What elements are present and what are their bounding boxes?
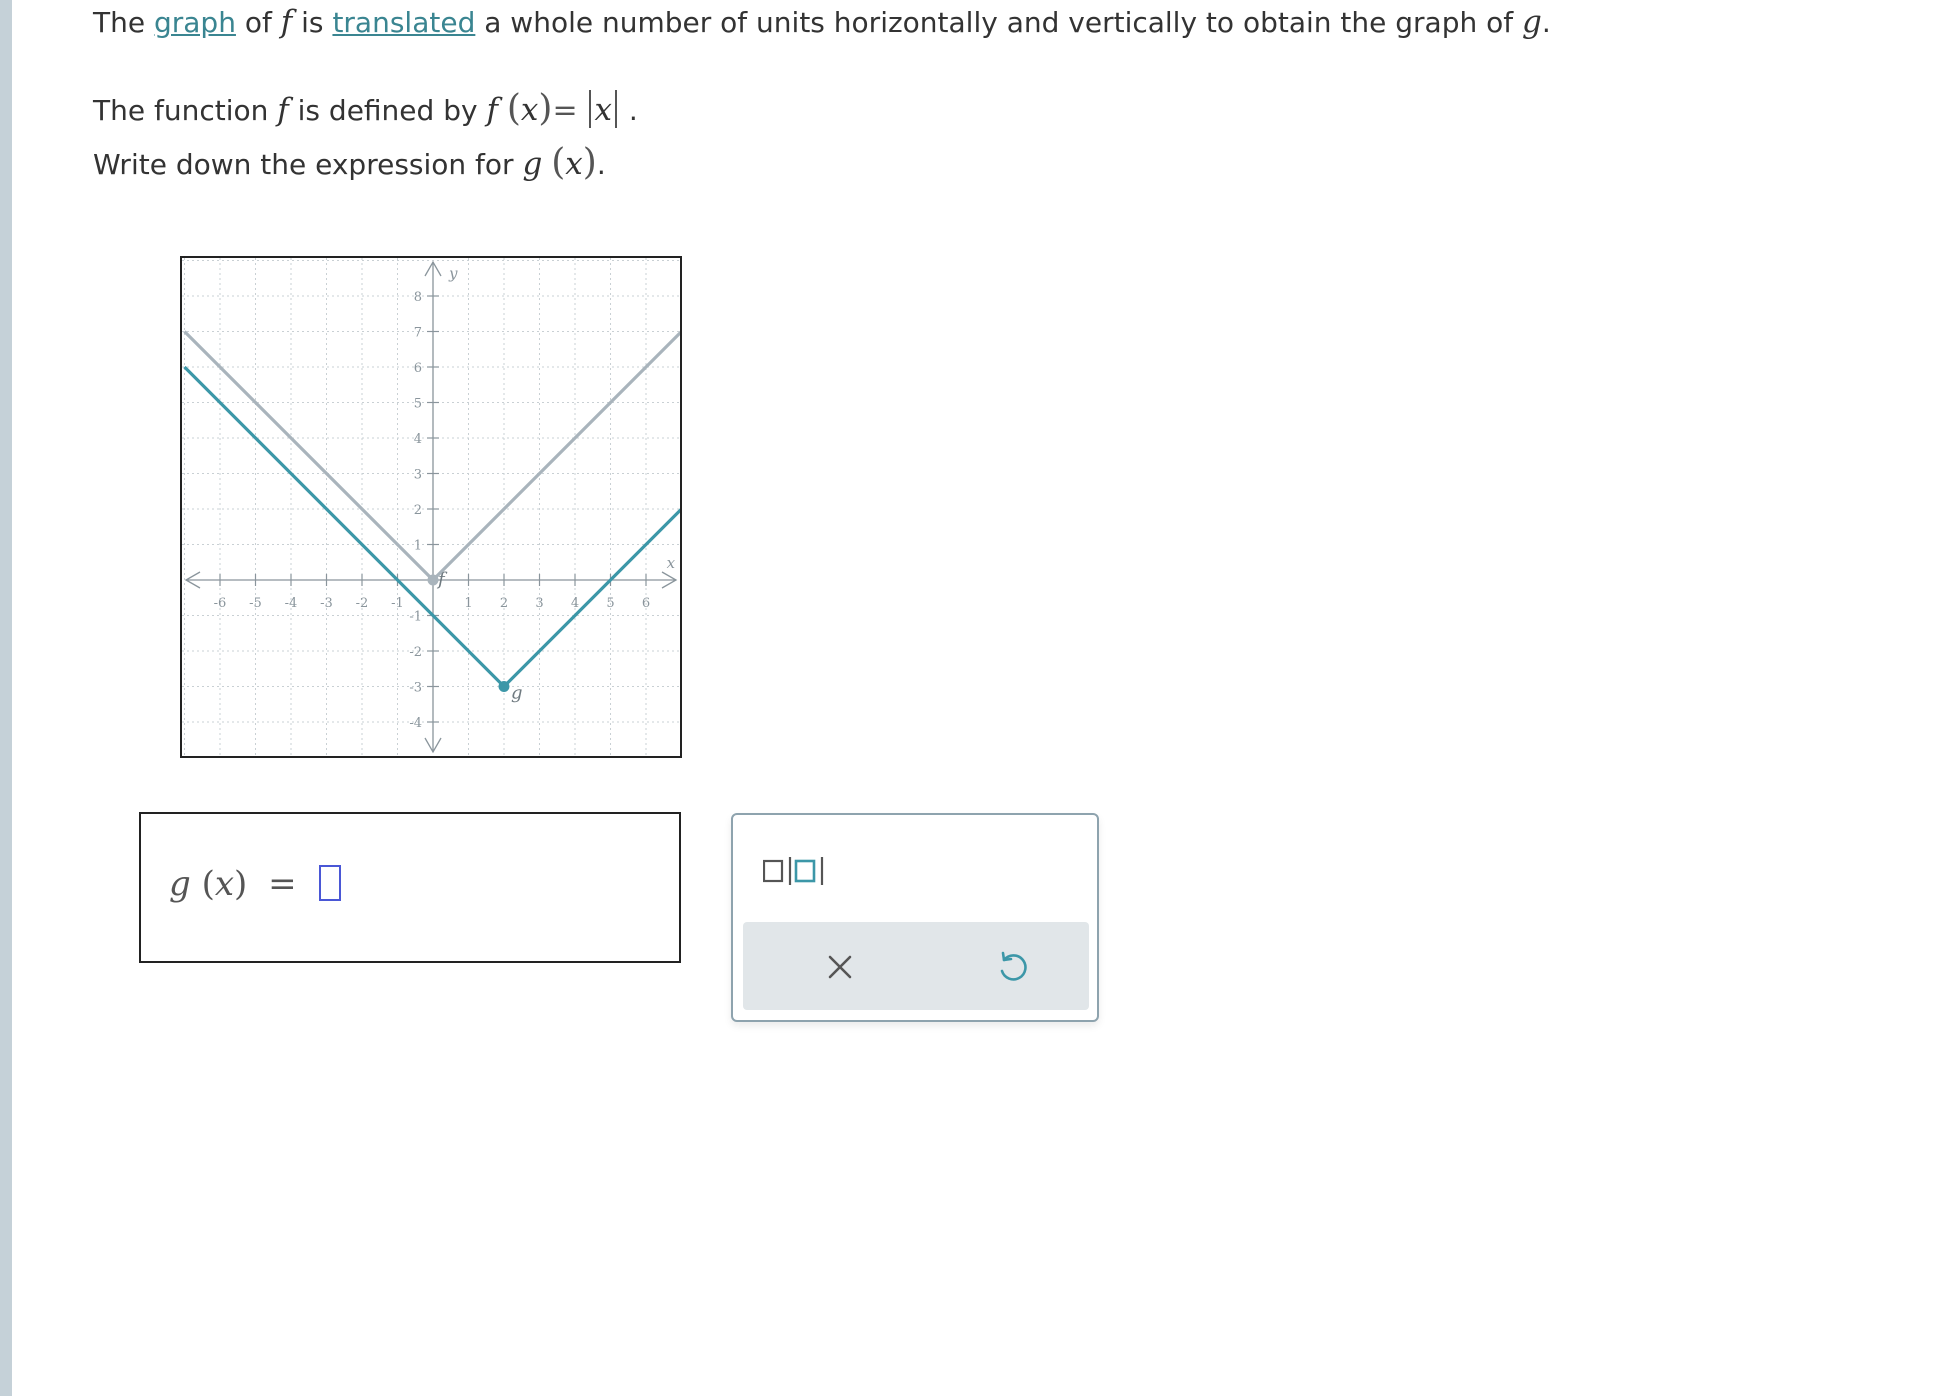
equals-sign: = — [268, 864, 297, 904]
paren-open: ( — [551, 142, 566, 183]
graph-g-vertex-point — [498, 681, 510, 692]
x-tick-label: 1 — [464, 596, 472, 611]
graph-f-vertex-point — [427, 574, 439, 586]
text: The — [93, 6, 146, 39]
y-tick-label: 6 — [414, 361, 422, 376]
variable-x: x — [214, 864, 235, 904]
y-axis-label: y — [448, 264, 458, 282]
y-tick-label: 3 — [414, 468, 422, 483]
graph-f-line — [183, 330, 680, 582]
x-tick-label: 5 — [606, 596, 614, 611]
x-tick-label: -2 — [356, 596, 369, 611]
text: a whole number of units horizontally and… — [484, 6, 1514, 39]
math-keypad — [731, 813, 1099, 1022]
x-tick-label: 4 — [571, 596, 579, 611]
undo-button[interactable] — [985, 940, 1039, 994]
coordinate-graph: -6 -5 -4 -3 -2 -1 1 2 3 4 5 687654321-1-2-3-4xyfg — [182, 258, 680, 756]
y-tick-label: 1 — [414, 539, 422, 554]
text: is defined by — [297, 94, 478, 127]
function-f: f — [277, 92, 289, 128]
abs-bar-right — [614, 90, 617, 128]
y-tick-label: 5 — [414, 397, 422, 412]
answer-expression: g (x) = — [169, 864, 342, 904]
period: . — [596, 148, 606, 181]
answer-input-slot[interactable] — [319, 865, 342, 901]
x-tick-label: 3 — [535, 596, 543, 611]
text: of — [244, 6, 272, 39]
absolute-value-template-icon — [762, 857, 824, 885]
x-tick-label: 6 — [642, 596, 650, 611]
equals-sign: = — [552, 93, 578, 128]
paren-close: ) — [582, 142, 597, 183]
function-f: f — [486, 92, 498, 128]
undo-icon — [1000, 951, 1027, 981]
close-icon — [828, 955, 852, 979]
y-tick-label: -1 — [409, 610, 422, 625]
paren-open: ( — [506, 88, 521, 129]
y-tick-label: -2 — [409, 645, 422, 660]
question-line-3: Write down the expression for g (x). — [93, 142, 606, 183]
period: . — [1541, 6, 1551, 39]
y-tick-label: -4 — [409, 716, 422, 731]
text: Write down the expression for — [93, 148, 514, 181]
x-tick-label: -6 — [214, 596, 227, 611]
paren-open: ( — [201, 864, 215, 904]
variable-x: x — [520, 92, 539, 128]
function-g: g — [522, 146, 543, 182]
answer-input-box: g (x) = — [139, 812, 681, 963]
paren-close: ) — [538, 88, 553, 129]
y-tick-label: 2 — [414, 503, 422, 518]
function-f: f — [280, 4, 293, 40]
variable-x: x — [594, 92, 612, 128]
variable-x: x — [565, 146, 583, 182]
x-tick-label: -3 — [320, 596, 333, 611]
graph-link[interactable]: graph — [154, 6, 236, 39]
x-tick-label: -1 — [391, 596, 404, 611]
text: The function — [93, 94, 269, 127]
period: . — [628, 94, 638, 127]
x-tick-label: -5 — [249, 596, 262, 611]
x-axis-label: x — [667, 554, 676, 572]
absolute-value-button[interactable] — [762, 849, 837, 893]
clear-button[interactable] — [813, 940, 867, 994]
left-margin-bar — [0, 0, 12, 1396]
question-line-1: The graph of f is translated a whole num… — [93, 4, 1551, 40]
y-tick-label: -3 — [409, 681, 422, 696]
graph-g-line — [183, 365, 680, 689]
y-tick-label: 4 — [414, 432, 422, 447]
text: is — [301, 6, 324, 39]
y-tick-label: 7 — [414, 326, 422, 341]
abs-bar-left — [589, 90, 592, 128]
function-g: g — [1522, 4, 1542, 40]
y-tick-label: 8 — [414, 290, 422, 305]
function-g: g — [169, 864, 191, 904]
graph-panel: -6 -5 -4 -3 -2 -1 1 2 3 4 5 6 8 7 6 5 4 3 2 1 -1 -2 -3 -4 x y f g — [180, 256, 682, 758]
x-tick-label: 2 — [500, 596, 508, 611]
question-line-2: The function f is defined by f (x)= x . — [93, 88, 638, 129]
translated-link[interactable]: translated — [332, 6, 475, 39]
graph-g-label: g — [511, 683, 523, 704]
paren-close: ) — [234, 864, 248, 904]
keypad-action-bar — [743, 922, 1089, 1010]
x-tick-label: -4 — [285, 596, 298, 611]
